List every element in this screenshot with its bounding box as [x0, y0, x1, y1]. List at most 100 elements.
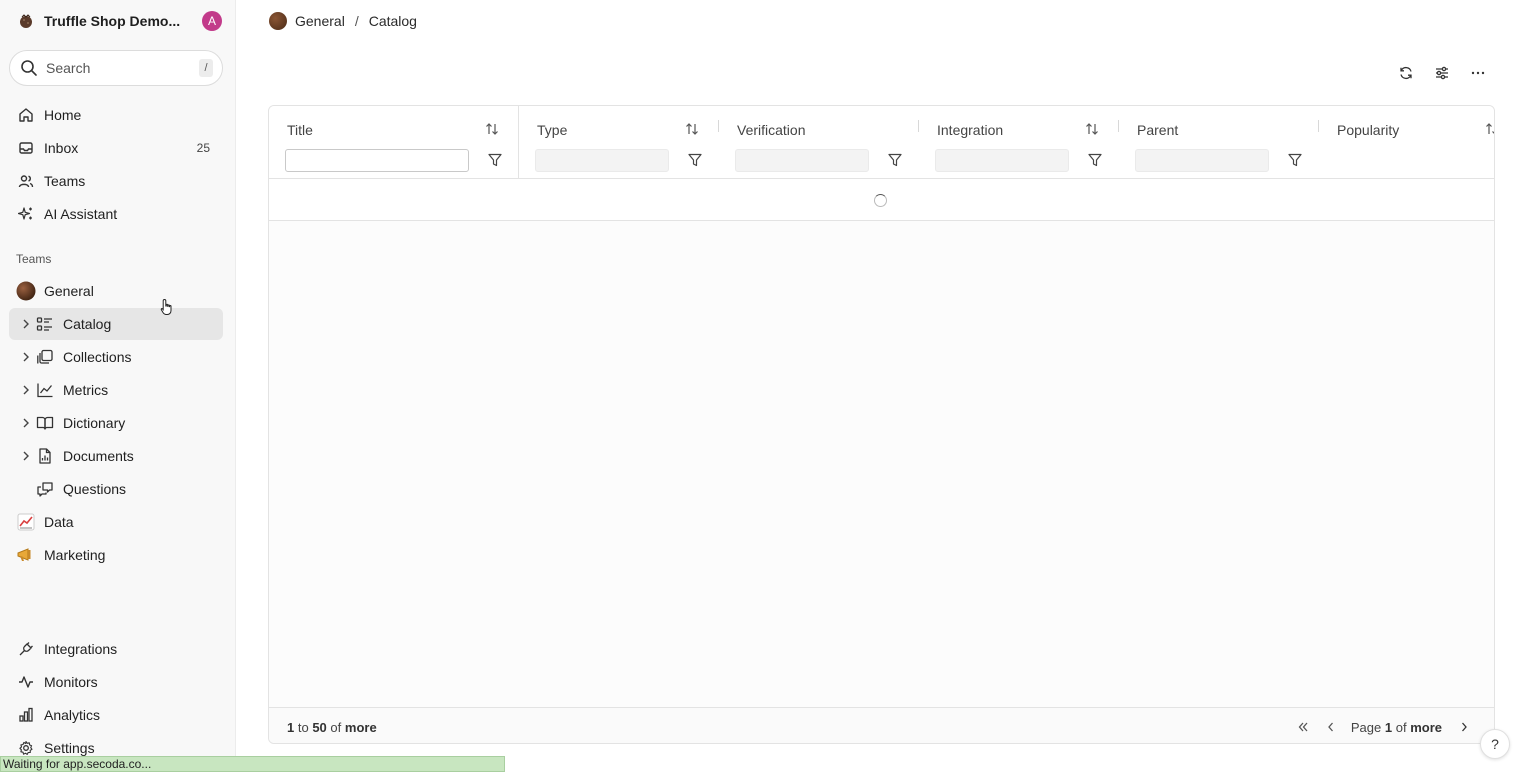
file-analytics-icon [35, 446, 55, 466]
chevrons-left-icon [1298, 722, 1308, 732]
prev-page-button[interactable] [1321, 717, 1341, 737]
refresh-button[interactable] [1396, 62, 1416, 84]
sidebar-item-label: Integrations [44, 641, 118, 657]
next-page-button[interactable] [1454, 717, 1474, 737]
sort-icon[interactable] [1084, 121, 1100, 137]
sidebar-item-label: AI Assistant [44, 206, 118, 222]
filter-icon[interactable] [1087, 152, 1103, 168]
sidebar-item-label: Dictionary [63, 415, 126, 431]
adjustments-icon [1436, 66, 1448, 80]
chevron-right-icon[interactable] [21, 319, 31, 329]
filter-icon[interactable] [1287, 152, 1303, 168]
gear-icon [16, 738, 36, 758]
table-footer: 1 to 50 of more Page 1 of more [269, 707, 1494, 743]
sidebar-item-label: Collections [63, 349, 132, 365]
column-integration: Integration [919, 106, 1119, 179]
sidebar-item-label: Documents [63, 448, 134, 464]
breadcrumb: General / Catalog [269, 10, 417, 32]
truffle-logo-icon [16, 11, 36, 31]
column-parent: Parent [1119, 106, 1319, 179]
chart-increasing-icon [16, 512, 36, 532]
column-header-title[interactable]: Title [287, 122, 313, 138]
more-options-button[interactable] [1468, 62, 1488, 84]
book-icon [35, 413, 55, 433]
integration-filter-input[interactable] [935, 149, 1069, 172]
hand-cursor-icon [160, 298, 174, 316]
sidebar-item-monitors[interactable]: Monitors [9, 666, 223, 698]
sidebar-item-home[interactable]: Home [9, 99, 223, 131]
chevron-right-icon[interactable] [21, 352, 31, 362]
home-icon [16, 105, 36, 125]
column-header-verification[interactable]: Verification [737, 122, 805, 138]
catalog-table: Title Type Verification Integration Pare… [268, 105, 1495, 744]
sidebar-item-catalog[interactable]: Catalog [9, 308, 223, 340]
parent-filter-input[interactable] [1135, 149, 1269, 172]
column-verification: Verification [719, 106, 919, 179]
column-header-integration[interactable]: Integration [937, 122, 1003, 138]
user-avatar[interactable]: A [202, 11, 222, 31]
table-toolbar [1396, 62, 1488, 84]
sidebar-item-marketing[interactable]: Marketing [9, 539, 223, 571]
adjustments-button[interactable] [1432, 62, 1452, 84]
truffle-team-icon [269, 12, 287, 30]
sidebar-item-questions[interactable]: Questions [9, 473, 223, 505]
column-title: Title [269, 106, 519, 179]
breadcrumb-team[interactable]: General [295, 13, 345, 29]
breadcrumb-page[interactable]: Catalog [369, 13, 417, 29]
sidebar-item-label: Home [44, 107, 82, 123]
sort-icon[interactable] [1484, 121, 1494, 137]
title-filter-input[interactable] [285, 149, 469, 172]
column-header-type[interactable]: Type [537, 122, 567, 138]
sidebar-item-analytics[interactable]: Analytics [9, 699, 223, 731]
sidebar-item-label: Metrics [63, 382, 109, 398]
sidebar-item-label: Catalog [63, 316, 112, 332]
sidebar-item-dictionary[interactable]: Dictionary [9, 407, 223, 439]
filter-icon[interactable] [887, 152, 903, 168]
chevron-right-icon [1462, 722, 1467, 732]
sidebar-item-integrations[interactable]: Integrations [9, 633, 223, 665]
sidebar-item-label: Inbox [44, 140, 79, 156]
verification-filter-input[interactable] [735, 149, 869, 172]
dots-horizontal-icon [1471, 71, 1485, 75]
search-placeholder: Search [46, 60, 91, 76]
sort-icon[interactable] [684, 121, 700, 137]
sidebar-item-general[interactable]: General [9, 275, 223, 307]
sidebar-item-inbox[interactable]: Inbox 25 [9, 132, 223, 164]
sidebar-item-collections[interactable]: Collections [9, 341, 223, 373]
truffle-team-icon [16, 281, 36, 301]
sidebar-item-documents[interactable]: Documents [9, 440, 223, 472]
filter-icon[interactable] [487, 152, 503, 168]
chevron-right-icon[interactable] [21, 451, 31, 461]
sidebar-item-label: Settings [44, 740, 95, 756]
page-indicator: Page 1 of more [1350, 719, 1442, 735]
help-button[interactable]: ? [1480, 729, 1510, 759]
pagination: Page 1 of more [1293, 717, 1474, 737]
messages-icon [35, 479, 55, 499]
first-page-button[interactable] [1293, 717, 1313, 737]
sidebar-item-label: Teams [44, 173, 86, 189]
column-header-popularity[interactable]: Popularity [1337, 122, 1399, 138]
megaphone-icon [16, 545, 36, 565]
sidebar-item-metrics[interactable]: Metrics [9, 374, 223, 406]
workspace-switcher[interactable]: Truffle Shop Demo... A [16, 8, 226, 34]
sidebar-item-label: Marketing [44, 547, 106, 563]
chevron-right-icon[interactable] [21, 385, 31, 395]
sidebar-item-teams[interactable]: Teams [9, 165, 223, 197]
teams-section-label: Teams [16, 252, 52, 266]
chevron-right-icon[interactable] [21, 418, 31, 428]
column-popularity: Popularity [1319, 106, 1494, 179]
search-input[interactable]: Search / [9, 50, 223, 86]
filter-icon[interactable] [687, 152, 703, 168]
sidebar-item-label: Monitors [44, 674, 98, 690]
type-filter-input[interactable] [535, 149, 669, 172]
sidebar-item-data[interactable]: Data [9, 506, 223, 538]
column-header-parent[interactable]: Parent [1137, 122, 1178, 138]
sort-icon[interactable] [484, 121, 500, 137]
chart-bar-icon [16, 705, 36, 725]
sidebar-item-ai-assistant[interactable]: AI Assistant [9, 198, 223, 230]
column-type: Type [519, 106, 719, 179]
chart-line-icon [35, 380, 55, 400]
search-icon [20, 59, 38, 77]
browser-status-bar: Waiting for app.secoda.co... [0, 756, 505, 772]
workspace-name: Truffle Shop Demo... [44, 13, 181, 29]
